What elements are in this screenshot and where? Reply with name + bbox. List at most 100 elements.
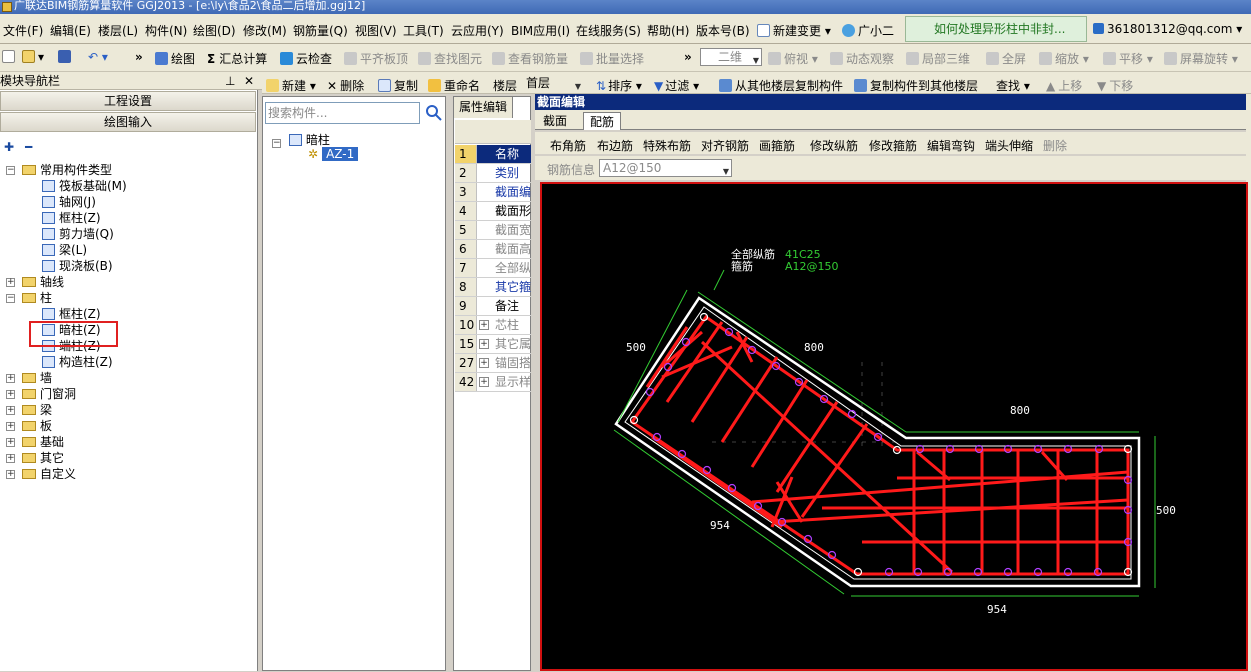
list-item[interactable]: ✲ AZ-1 bbox=[308, 147, 359, 161]
filter-button[interactable]: ▼ 过滤 ▾ bbox=[654, 77, 699, 94]
rebar-info-select[interactable]: A12@150 ▼ bbox=[599, 159, 732, 177]
draw-stirrup-button[interactable]: 画箍筋 bbox=[759, 137, 795, 154]
flat-roof-button[interactable]: 平齐板顶 bbox=[344, 50, 408, 67]
draw-input-button[interactable]: 绘图输入 bbox=[0, 112, 256, 132]
menu-file[interactable]: 文件(F) bbox=[3, 22, 43, 39]
menu-tools[interactable]: 工具(T) bbox=[403, 22, 444, 39]
menu-online[interactable]: 在线服务(S) bbox=[576, 22, 641, 39]
nav-tree-item[interactable]: 轴网(J) bbox=[42, 195, 96, 209]
menu-edit[interactable]: 编辑(E) bbox=[50, 22, 91, 39]
expand-all-icon[interactable]: ✚ bbox=[4, 140, 14, 154]
menu-modify[interactable]: 修改(M) bbox=[243, 22, 287, 39]
collapse-icon[interactable]: − bbox=[6, 166, 15, 175]
dynamic-view-button[interactable]: 动态观察 bbox=[830, 50, 894, 67]
special-bar-button[interactable]: 特殊布筋 bbox=[643, 137, 691, 154]
pan-button[interactable]: 平移 ▾ bbox=[1103, 50, 1153, 67]
nav-tree-item[interactable]: − 常用构件类型 bbox=[0, 163, 112, 177]
nav-tree-item[interactable]: 筏板基础(M) bbox=[42, 179, 127, 193]
expand-icon[interactable]: + bbox=[6, 278, 15, 287]
move-up-button[interactable]: ▲ 上移 bbox=[1046, 77, 1082, 94]
new-component-button[interactable]: 新建 ▾ bbox=[266, 77, 316, 94]
pin-icon[interactable]: ⊥ bbox=[225, 72, 235, 90]
menu-rebar[interactable]: 钢筋量(Q) bbox=[293, 22, 348, 39]
menu-guangxiaoer[interactable]: 广小二 bbox=[842, 22, 894, 39]
toolbar-overflow[interactable]: » bbox=[135, 50, 143, 64]
expand-icon[interactable]: + bbox=[479, 339, 489, 349]
property-row[interactable]: 3 截面编 bbox=[455, 183, 531, 202]
nav-tree-item[interactable]: + 自定义 bbox=[0, 467, 76, 481]
zoom-button[interactable]: 缩放 ▾ bbox=[1039, 50, 1089, 67]
property-row[interactable]: 4 截面形 bbox=[455, 202, 531, 221]
expand-icon[interactable]: + bbox=[479, 320, 489, 330]
cloud-check-button[interactable]: 云检查 bbox=[280, 50, 332, 67]
property-row[interactable]: 7 全部纵 bbox=[455, 259, 531, 278]
expand-icon[interactable]: + bbox=[6, 454, 15, 463]
drawing-canvas[interactable]: 500 800 800 500 954 954 全部纵筋 41C25 箍筋 A1… bbox=[540, 182, 1248, 671]
menu-cloud[interactable]: 云应用(Y) bbox=[451, 22, 504, 39]
edit-hook-button[interactable]: 编辑弯钩 bbox=[927, 137, 975, 154]
nav-tree-item[interactable]: − 柱 bbox=[0, 291, 52, 305]
sort-button[interactable]: ⇅ 排序 ▾ bbox=[596, 77, 642, 94]
tab-property-edit[interactable]: 属性编辑 bbox=[453, 96, 513, 118]
draw-button[interactable]: 绘图 bbox=[155, 50, 195, 67]
list-root[interactable]: − 暗柱 bbox=[272, 131, 330, 148]
nav-tree-item[interactable]: 构造柱(Z) bbox=[42, 355, 113, 369]
copy-component-button[interactable]: 复制 bbox=[378, 77, 418, 94]
rotate-button[interactable]: 屏幕旋转 ▾ bbox=[1164, 50, 1238, 67]
copy-from-floor-button[interactable]: 从其他楼层复制构件 bbox=[719, 77, 843, 94]
expand-icon[interactable]: + bbox=[6, 406, 15, 415]
copy-to-floor-button[interactable]: 复制构件到其他楼层 bbox=[854, 77, 978, 94]
new-file-button[interactable] bbox=[2, 50, 18, 64]
menu-view[interactable]: 视图(V) bbox=[355, 22, 397, 39]
undo-button[interactable]: ↶ ▾ bbox=[88, 50, 108, 64]
sum-calc-button[interactable]: Σ 汇总计算 bbox=[207, 50, 267, 67]
find-element-button[interactable]: 查找图元 bbox=[418, 50, 482, 67]
tab-reinforcement[interactable]: 配筋 bbox=[583, 112, 622, 130]
nav-tree-item[interactable]: + 门窗洞 bbox=[0, 387, 76, 401]
property-row[interactable]: 6 截面高 bbox=[455, 240, 531, 259]
close-icon[interactable]: ✕ bbox=[244, 72, 254, 90]
nav-tree-item[interactable]: 框柱(Z) bbox=[42, 211, 101, 225]
property-row[interactable]: 15 + 其它属 bbox=[455, 335, 531, 354]
menu-floor[interactable]: 楼层(L) bbox=[98, 22, 138, 39]
nav-tree-item[interactable]: 剪力墙(Q) bbox=[42, 227, 114, 241]
collapse-icon[interactable]: − bbox=[6, 294, 15, 303]
property-row[interactable]: 27 + 锚固搭 bbox=[455, 354, 531, 373]
menu-component[interactable]: 构件(N) bbox=[145, 22, 187, 39]
search-button[interactable] bbox=[423, 102, 445, 124]
property-row[interactable]: 9 备注 bbox=[455, 297, 531, 316]
project-settings-button[interactable]: 工程设置 bbox=[0, 91, 256, 111]
property-row[interactable]: 5 截面宽 bbox=[455, 221, 531, 240]
nav-tree-item[interactable]: + 板 bbox=[0, 419, 52, 433]
expand-icon[interactable]: + bbox=[6, 374, 15, 383]
view-rebar-button[interactable]: 查看钢筋量 bbox=[492, 50, 568, 67]
corner-bar-button[interactable]: 布角筋 bbox=[550, 137, 586, 154]
find-button[interactable]: 查找 ▾ bbox=[996, 77, 1030, 94]
save-button[interactable] bbox=[58, 50, 74, 64]
end-stretch-button[interactable]: 端头伸缩 bbox=[985, 137, 1033, 154]
collapse-all-icon[interactable]: ━ bbox=[25, 140, 32, 154]
expand-icon[interactable]: + bbox=[6, 390, 15, 399]
menu-draw[interactable]: 绘图(D) bbox=[193, 22, 236, 39]
search-input[interactable]: 搜索构件... bbox=[265, 102, 420, 124]
local3d-button[interactable]: 局部三维 bbox=[906, 50, 970, 67]
toolbar-overflow-2[interactable]: » bbox=[684, 50, 692, 64]
fullscreen-button[interactable]: 全屏 bbox=[986, 50, 1026, 67]
property-row[interactable]: 1 名称 bbox=[455, 145, 531, 164]
tab-section[interactable]: 截面 bbox=[537, 112, 573, 130]
expand-icon[interactable]: + bbox=[479, 377, 489, 387]
open-file-button[interactable]: ▾ bbox=[22, 50, 44, 64]
edge-bar-button[interactable]: 布边筋 bbox=[597, 137, 633, 154]
delete-bar-button[interactable]: 删除 bbox=[1043, 137, 1067, 154]
topview-button[interactable]: 俯视 ▾ bbox=[768, 50, 818, 67]
delete-component-button[interactable]: ✕ 删除 bbox=[327, 77, 364, 94]
menu-version[interactable]: 版本号(B) bbox=[696, 22, 750, 39]
align-bar-button[interactable]: 对齐钢筋 bbox=[701, 137, 749, 154]
property-row[interactable]: 42 + 显示样 bbox=[455, 373, 531, 392]
edit-long-bar-button[interactable]: 修改纵筋 bbox=[810, 137, 858, 154]
property-row[interactable]: 8 其它箍 bbox=[455, 278, 531, 297]
edit-stirrup-button[interactable]: 修改箍筋 bbox=[869, 137, 917, 154]
notice-box[interactable]: 如何处理异形柱中非封... bbox=[905, 16, 1087, 42]
menu-new-change[interactable]: 新建变更 ▾ bbox=[757, 22, 831, 39]
view-mode-select[interactable]: 二维 ▼ bbox=[700, 48, 762, 66]
